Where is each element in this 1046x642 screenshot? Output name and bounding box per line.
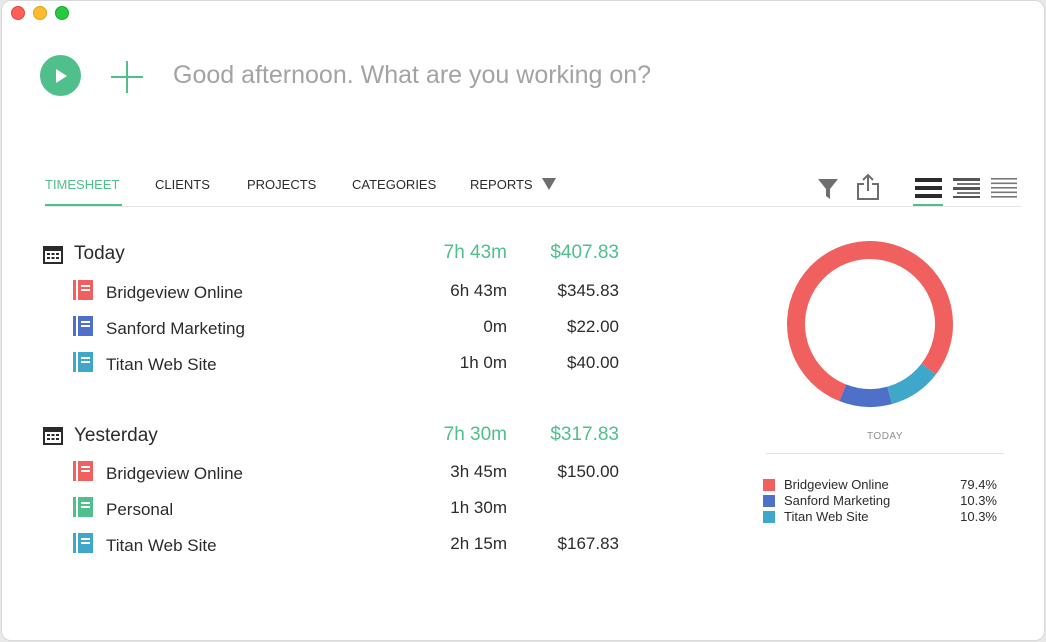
legend-item: Titan Web Site 10.3%	[763, 509, 997, 525]
legend-swatch	[763, 511, 775, 523]
project-name: Bridgeview Online	[106, 283, 244, 302]
legend-swatch	[763, 479, 775, 491]
start-timer-button[interactable]	[40, 55, 81, 96]
project-icon	[73, 352, 93, 372]
minimize-window-button[interactable]	[33, 6, 47, 20]
entry-duration: 1h 0m	[459, 353, 507, 372]
group-title: Today	[74, 243, 125, 264]
add-entry-icon[interactable]	[109, 59, 145, 95]
legend-label: Titan Web Site	[784, 509, 869, 524]
entry-duration: 2h 15m	[450, 534, 507, 553]
donut-slice-sanford-marketing	[839, 384, 893, 407]
group-title: Yesterday	[74, 425, 158, 446]
entry-duration: 6h 43m	[450, 281, 507, 300]
legend-percent: 10.3%	[960, 509, 997, 524]
active-view-indicator	[913, 204, 943, 206]
legend-swatch	[763, 495, 775, 507]
tab-categories[interactable]: CATEGORIES	[352, 177, 436, 192]
filter-icon[interactable]	[817, 177, 839, 201]
legend-label: Sanford Marketing	[784, 493, 891, 508]
legend-percent: 79.4%	[960, 477, 997, 492]
play-icon	[55, 68, 67, 83]
calendar-icon	[43, 246, 63, 264]
app-window: TIMESHEET CLIENTS PROJECTS CATEGORIES RE…	[1, 0, 1045, 641]
zoom-window-button[interactable]	[55, 6, 69, 20]
project-name: Titan Web Site	[106, 355, 217, 374]
time-distribution-chart	[787, 241, 953, 407]
tab-timesheet[interactable]: TIMESHEET	[45, 177, 119, 192]
tab-reports-label: REPORTS	[470, 177, 533, 192]
project-icon	[73, 461, 93, 481]
project-icon	[73, 280, 93, 300]
tab-clients[interactable]: CLIENTS	[155, 177, 210, 192]
group-total-amount: $407.83	[550, 242, 619, 263]
donut-slice-titan-web-site	[886, 363, 936, 404]
share-icon[interactable]	[855, 173, 881, 201]
tab-projects[interactable]: PROJECTS	[247, 177, 316, 192]
group-total-amount: $317.83	[550, 424, 619, 445]
project-name: Bridgeview Online	[106, 464, 244, 483]
calendar-icon	[43, 427, 63, 445]
group-total-time: 7h 30m	[443, 424, 507, 445]
view-large-icon[interactable]	[915, 178, 942, 198]
window-controls	[11, 6, 69, 20]
legend-item: Sanford Marketing 10.3%	[763, 493, 997, 509]
close-window-button[interactable]	[11, 6, 25, 20]
project-icon	[73, 533, 93, 553]
legend-percent: 10.3%	[960, 493, 997, 508]
entry-amount: $40.00	[567, 353, 619, 372]
view-medium-icon[interactable]	[953, 178, 980, 198]
project-name: Titan Web Site	[106, 536, 217, 555]
chart-divider	[766, 453, 1004, 454]
entry-duration: 3h 45m	[450, 462, 507, 481]
project-name: Personal	[106, 500, 174, 519]
project-icon	[73, 497, 93, 517]
dropdown-triangle-icon	[542, 178, 557, 190]
entry-duration: 0m	[483, 317, 507, 336]
group-total-time: 7h 43m	[443, 242, 507, 263]
legend-item: Bridgeview Online 79.4%	[763, 477, 997, 493]
entry-amount: $150.00	[557, 462, 619, 481]
view-compact-icon[interactable]	[991, 178, 1017, 198]
legend-label: Bridgeview Online	[784, 477, 889, 492]
entry-amount: $345.83	[557, 281, 619, 300]
tab-reports[interactable]: REPORTS	[470, 177, 557, 192]
project-icon	[73, 316, 93, 336]
entry-amount: $167.83	[557, 534, 619, 553]
entry-duration: 1h 30m	[450, 498, 507, 517]
chart-legend: Bridgeview Online 79.4% Sanford Marketing 1…	[763, 477, 997, 525]
project-name: Sanford Marketing	[106, 319, 245, 338]
entry-amount: $22.00	[567, 317, 619, 336]
chart-title: TODAY	[866, 431, 904, 442]
task-description-input[interactable]	[173, 61, 813, 90]
tab-divider	[45, 206, 1021, 207]
